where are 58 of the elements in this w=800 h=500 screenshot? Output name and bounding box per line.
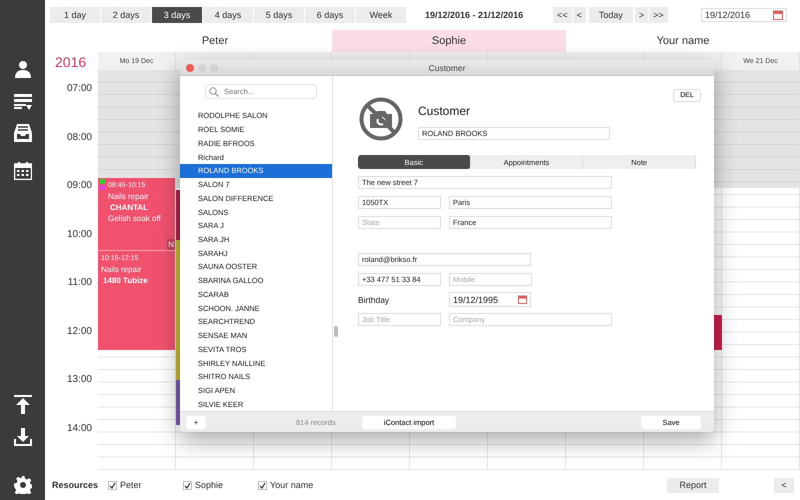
- nav-button[interactable]: Today: [588, 7, 633, 23]
- checkbox[interactable]: [183, 480, 192, 490]
- collapse-button[interactable]: <: [774, 478, 794, 492]
- time-label: 07:00: [66, 82, 92, 96]
- checkbox-label: Peter: [120, 480, 142, 490]
- search-icon: [209, 86, 219, 96]
- appointment-note: Gelish soak off: [108, 213, 162, 224]
- date-field[interactable]: 19/12/2016: [701, 8, 787, 22]
- range-tab[interactable]: 5 days: [254, 7, 304, 23]
- person-icon[interactable]: [14, 60, 32, 78]
- form-heading: Customer: [418, 104, 472, 118]
- nav-button[interactable]: >>: [649, 7, 668, 23]
- list-icon[interactable]: [14, 94, 32, 110]
- check-icon: [109, 482, 116, 488]
- birthday-field[interactable]: 19/12/1995: [449, 292, 531, 307]
- time-label: 14:00: [66, 422, 92, 436]
- time-label: 11:00: [68, 276, 92, 290]
- check-icon: [259, 482, 266, 488]
- window-title: Customer: [428, 62, 466, 72]
- appointment-label: N: [167, 239, 175, 250]
- range-tab[interactable]: 2 days: [101, 7, 151, 23]
- time-label: 08:00: [66, 130, 92, 144]
- resource-header: Sophie: [332, 30, 566, 52]
- year-label: 2016: [54, 54, 88, 70]
- date-range: 19/12/2016 - 21/12/2016: [425, 10, 524, 20]
- checkbox[interactable]: [258, 480, 268, 490]
- time-label: 13:00: [66, 373, 92, 387]
- range-tab[interactable]: 3 days: [152, 7, 202, 23]
- range-tab[interactable]: 6 days: [305, 7, 355, 23]
- nav-button[interactable]: <: [572, 7, 586, 23]
- scrollbar-thumb[interactable]: [334, 326, 338, 337]
- range-tab[interactable]: 4 days: [203, 7, 253, 23]
- birthday-label: Birthday: [358, 294, 390, 304]
- nav-button[interactable]: <<: [553, 7, 572, 23]
- time-label: 10:00: [66, 228, 92, 242]
- settings-icon[interactable]: [14, 476, 32, 494]
- checkbox[interactable]: [108, 480, 118, 490]
- appointment-client: 1480 Tubize: [102, 275, 149, 286]
- range-tab[interactable]: 1 day: [50, 7, 100, 23]
- appointment-client: CHANTAL: [109, 202, 150, 213]
- resource-header: Your name: [656, 34, 710, 49]
- resource-header: Peter: [200, 34, 230, 49]
- range-tab[interactable]: Week: [356, 7, 406, 23]
- check-icon: [184, 482, 192, 488]
- inbox-icon[interactable]: [14, 124, 32, 142]
- download-icon[interactable]: [14, 428, 32, 446]
- report-button[interactable]: Report: [667, 478, 719, 492]
- checkbox-label: Your name: [270, 480, 314, 490]
- time-label: 09:00: [66, 179, 92, 193]
- no-photo-icon[interactable]: [358, 97, 404, 141]
- upload-icon[interactable]: [14, 395, 32, 414]
- appointment-service: Nails repair: [108, 191, 150, 202]
- time-label: 12:00: [66, 324, 92, 338]
- resources-label: Resources: [52, 480, 98, 490]
- appointment-service: Nails repair: [101, 264, 142, 275]
- close-button[interactable]: [186, 64, 194, 72]
- checkbox-label: Sophie: [195, 480, 224, 490]
- nav-button[interactable]: >: [634, 7, 648, 23]
